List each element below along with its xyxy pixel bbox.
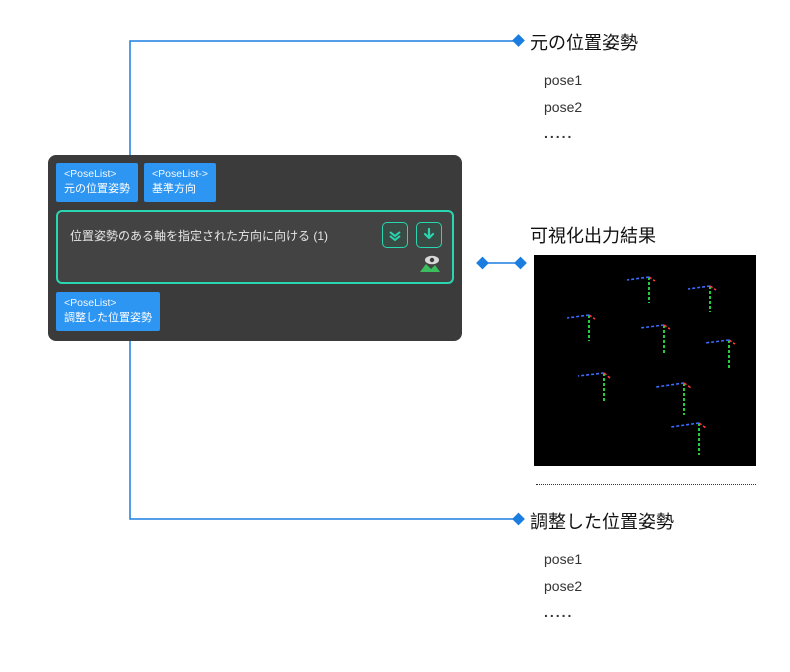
viz-output-image xyxy=(534,255,756,466)
node-card: <PoseList> 元の位置姿勢 <PoseList-> 基準方向 位置姿勢の… xyxy=(48,155,462,341)
port-type: <PoseList> xyxy=(64,296,152,311)
port-type: <PoseList> xyxy=(64,167,130,182)
divider xyxy=(536,484,756,485)
output-port-adjusted[interactable]: <PoseList> 調整した位置姿勢 xyxy=(56,292,160,331)
expand-down-icon xyxy=(387,227,403,243)
list-item: pose1 xyxy=(544,67,638,94)
input-port-original[interactable]: <PoseList> 元の位置姿勢 xyxy=(56,163,138,202)
port-name: 調整した位置姿勢 xyxy=(64,311,152,326)
section-adjusted-poses: 調整した位置姿勢 pose1 pose2 ..... xyxy=(530,508,674,626)
input-port-row: <PoseList> 元の位置姿勢 <PoseList-> 基準方向 xyxy=(56,163,454,202)
node-title: 位置姿勢のある軸を指定された方向に向ける (1) xyxy=(70,227,374,244)
expand-button[interactable] xyxy=(382,222,408,248)
run-down-icon xyxy=(422,227,436,243)
viz-row xyxy=(70,254,442,274)
visualize-button[interactable] xyxy=(418,254,442,274)
section-title: 元の位置姿勢 xyxy=(530,29,638,55)
eye-image-icon xyxy=(418,254,442,274)
port-type: <PoseList-> xyxy=(152,167,208,182)
list-item: pose2 xyxy=(544,573,674,600)
section-title: 可視化出力結果 xyxy=(530,222,656,248)
section-title: 調整した位置姿勢 xyxy=(530,508,674,534)
list-ellipsis: ..... xyxy=(544,599,674,626)
section-viz: 可視化出力結果 xyxy=(530,222,656,248)
input-port-reference[interactable]: <PoseList-> 基準方向 xyxy=(144,163,216,202)
section-list: pose1 pose2 ..... xyxy=(544,546,674,626)
node-title-row: 位置姿勢のある軸を指定された方向に向ける (1) xyxy=(70,222,442,248)
section-list: pose1 pose2 ..... xyxy=(544,67,638,147)
list-item: pose2 xyxy=(544,94,638,121)
output-port-row: <PoseList> 調整した位置姿勢 xyxy=(56,292,454,331)
port-name: 基準方向 xyxy=(152,182,208,197)
node-body[interactable]: 位置姿勢のある軸を指定された方向に向ける (1) xyxy=(56,210,454,284)
list-item: pose1 xyxy=(544,546,674,573)
run-button[interactable] xyxy=(416,222,442,248)
list-ellipsis: ..... xyxy=(544,120,638,147)
section-original-poses: 元の位置姿勢 pose1 pose2 ..... xyxy=(530,29,638,147)
port-name: 元の位置姿勢 xyxy=(64,182,130,197)
